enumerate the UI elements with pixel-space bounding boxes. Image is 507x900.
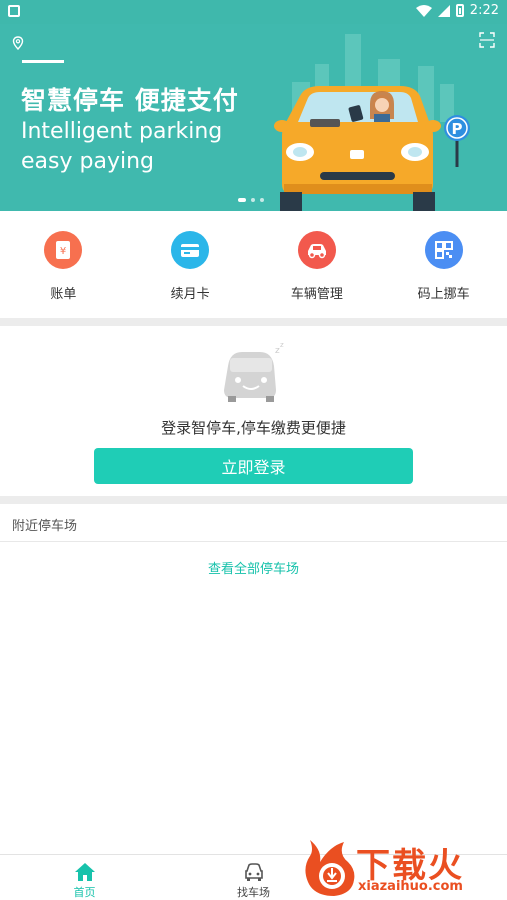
svg-text:¥: ¥ [60,246,66,257]
banner-subtitle-line1: Intelligent parking [21,119,223,144]
notification-icon [8,5,20,17]
banner-page-indicator [238,198,264,202]
taxi-illustration: P [274,34,470,211]
nearby-parking-header: 附近停车场 [0,504,507,542]
banner-accent-line [22,60,64,63]
quick-action-label: 码上挪车 [417,287,470,302]
login-prompt: 登录智停车,停车缴费更便捷 [161,419,346,437]
tab-home[interactable]: 首页 [0,855,169,900]
quick-action-label: 续月卡 [170,287,210,302]
battery-icon [455,4,464,17]
wifi-icon [415,4,432,17]
indicator-dot [260,198,264,202]
nearby-parking-title: 附近停车场 [12,519,78,534]
empty-car-icon: z z [224,341,284,402]
signal-icon [437,4,450,17]
watermark-logo: 下载火 xiazaihuo.com [300,832,507,900]
section-divider [0,318,507,326]
status-time: 2:22 [469,3,499,18]
quick-action-renew-card[interactable]: 续月卡 [127,211,254,318]
login-card: z z 登录智停车,停车缴费更便捷 立即登录 [0,326,507,496]
indicator-dot [238,198,246,202]
tab-label: 首页 [73,886,96,899]
svg-text:z: z [280,341,284,349]
quick-action-vehicle-management[interactable]: 车辆管理 [254,211,381,318]
login-button[interactable]: 立即登录 [94,448,413,484]
tab-label: 找车场 [237,886,270,899]
quick-action-label: 账单 [50,287,77,302]
card-icon [171,231,210,269]
banner-title: 智慧停车 便捷支付 [21,86,239,115]
banner-subtitle-line2: easy paying [21,149,154,174]
qr-code-icon [424,231,463,269]
home-icon [74,863,95,881]
section-divider [0,496,507,504]
app-root: 2:22 智慧停车 便捷支付 Intelligent parking easy … [0,0,507,900]
flame-logo-icon [305,840,355,896]
quick-action-label: 车辆管理 [290,287,343,302]
bill-icon: ¥ [44,231,83,269]
indicator-dot [251,198,255,202]
quick-action-move-car-qr[interactable]: 码上挪车 [380,211,507,318]
watermark-domain: xiazaihuo.com [358,879,463,894]
view-all-parking-link[interactable]: 查看全部停车场 [0,558,507,577]
quick-actions: ¥ 账单 续月卡 车辆管理 码上挪车 [0,211,507,318]
status-bar: 2:22 [0,0,507,24]
quick-action-bill[interactable]: ¥ 账单 [0,211,127,318]
parking-sign-label: P [452,120,463,138]
car-front-icon [244,863,263,881]
promo-banner[interactable]: 智慧停车 便捷支付 Intelligent parking easy payin… [0,24,507,211]
car-icon [297,231,336,269]
location-pin-icon[interactable] [11,36,25,50]
